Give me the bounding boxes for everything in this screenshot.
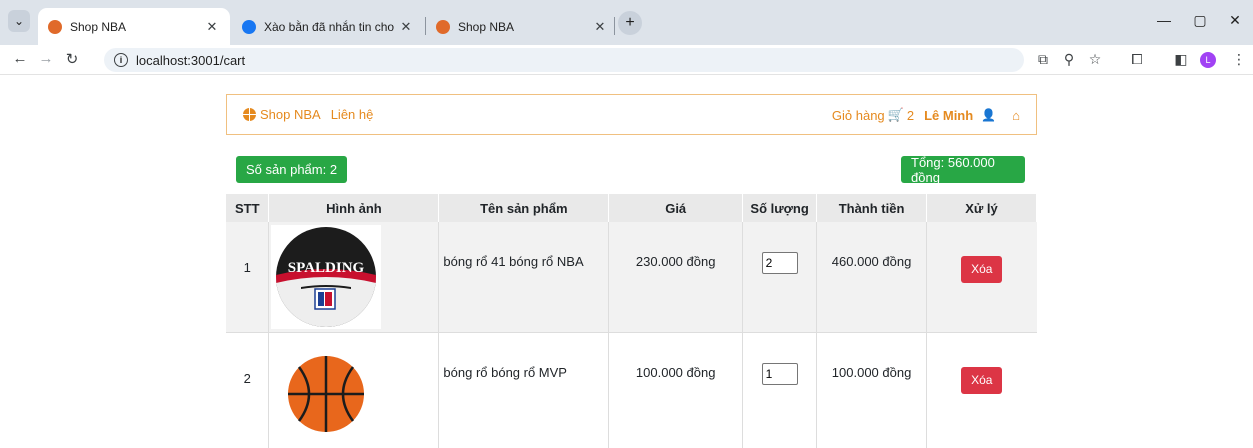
row-stt: 2 <box>226 332 270 448</box>
address-bar[interactable]: i localhost:3001/cart <box>104 48 1024 72</box>
header-name: Tên sản phẩm <box>438 194 610 222</box>
header-price: Giá <box>608 194 744 222</box>
home-icon[interactable]: ⌂ <box>1012 108 1020 123</box>
translate-icon[interactable]: ⧉ <box>1034 51 1052 68</box>
delete-button[interactable]: Xóa <box>961 256 1003 283</box>
tab-search-chevron-icon[interactable]: ⌄ <box>8 10 30 32</box>
header-total: Thành tiền <box>816 194 928 222</box>
basketball-favicon-icon <box>436 19 450 34</box>
navbar-right: Giỏ hàng 🛒 2 Lê Minh 👤 ⌂ <box>832 107 1020 123</box>
row-qty-cell <box>742 332 818 448</box>
svg-text:SPALDING: SPALDING <box>288 260 365 276</box>
side-panel-icon[interactable]: ◧ <box>1172 51 1190 68</box>
minimize-icon[interactable]: — <box>1154 12 1174 28</box>
table-header-row: STT Hình ảnh Tên sản phẩm Giá Số lượng T… <box>226 194 1037 222</box>
table-row: 2 bóng rổ bóng rổ MVP 100.000 đồng 100.0 <box>226 332 1037 448</box>
user-name-link[interactable]: Lê Minh <box>924 108 973 123</box>
facebook-favicon-icon <box>242 19 256 34</box>
row-total: 100.000 đồng <box>816 332 928 448</box>
row-action-cell: Xóa <box>926 222 1037 333</box>
user-icon[interactable]: 👤 <box>981 108 996 122</box>
restore-icon[interactable]: ▢ <box>1190 12 1210 29</box>
delete-button[interactable]: Xóa <box>961 367 1003 394</box>
address-url: localhost:3001/cart <box>136 52 246 68</box>
extensions-icon[interactable]: ⧠ <box>1128 51 1146 68</box>
tab-close-icon[interactable]: ✕ <box>398 19 414 35</box>
quantity-input[interactable] <box>761 363 798 385</box>
menu-kebab-icon[interactable]: ⋮ <box>1230 51 1248 68</box>
row-stt: 1 <box>226 222 270 333</box>
tab-close-icon[interactable]: ✕ <box>592 19 608 35</box>
row-product-name: bóng rổ 41 bóng rổ NBA <box>438 222 610 333</box>
product-image-spalding: SPALDING <box>271 225 382 329</box>
header-stt: STT <box>226 194 270 222</box>
forward-arrow-icon[interactable]: → <box>36 50 56 67</box>
tab-shop-nba-2[interactable]: Shop NBA ✕ <box>426 8 618 45</box>
navbar-left: Shop NBA Liên hệ <box>243 107 373 122</box>
tab-separator <box>614 17 615 35</box>
product-count-button[interactable]: Số sản phẩm: 2 <box>236 156 348 183</box>
orange-basketball-icon <box>288 356 365 432</box>
zoom-icon[interactable]: ⚲ <box>1060 51 1078 68</box>
quantity-input[interactable] <box>761 252 798 274</box>
tab-shop-nba-active[interactable]: Shop NBA ✕ <box>38 8 230 45</box>
row-product-name: bóng rổ bóng rổ MVP <box>438 332 610 448</box>
cart-link[interactable]: Giỏ hàng <box>832 108 885 123</box>
row-action-cell: Xóa <box>926 332 1037 448</box>
shopping-cart-icon[interactable]: 🛒 <box>888 107 904 123</box>
site-info-icon[interactable]: i <box>114 53 128 67</box>
row-image-cell <box>268 332 440 448</box>
reload-icon[interactable]: ↻ <box>62 50 82 68</box>
profile-avatar-icon[interactable]: L <box>1200 52 1216 68</box>
header-action: Xử lý <box>926 194 1037 222</box>
new-tab-plus-icon[interactable]: + <box>618 11 642 35</box>
browser-tab-bar: ⌄ Shop NBA ✕ Xào bằn đã nhắn tin cho bạn… <box>0 0 1253 45</box>
header-image: Hình ảnh <box>268 194 440 222</box>
row-image-cell: SPALDING <box>268 222 440 333</box>
close-window-icon[interactable]: ✕ <box>1225 12 1245 29</box>
tab-facebook[interactable]: Xào bằn đã nhắn tin cho bạn ✕ <box>232 8 424 45</box>
row-total: 460.000 đồng <box>816 222 928 333</box>
basketball-logo-icon <box>243 108 256 121</box>
site-navbar: Shop NBA Liên hệ Giỏ hàng 🛒 2 Lê Minh 👤 … <box>226 94 1037 135</box>
spalding-ball-icon: SPALDING <box>276 227 377 327</box>
product-image-mvp <box>271 336 382 440</box>
browser-toolbar: ← → ↻ i localhost:3001/cart ⧉ ⚲ ☆ ⧠ ◧ L … <box>0 45 1253 75</box>
brand-link[interactable]: Shop NBA <box>260 107 321 122</box>
cart-count: 2 <box>906 107 915 123</box>
bookmark-star-icon[interactable]: ☆ <box>1086 51 1104 68</box>
tab-close-icon[interactable]: ✕ <box>204 19 220 35</box>
row-price: 100.000 đồng <box>608 332 744 448</box>
basketball-favicon-icon <box>48 19 62 34</box>
contact-link[interactable]: Liên hệ <box>331 107 374 122</box>
row-qty-cell <box>742 222 818 333</box>
header-qty: Số lượng <box>742 194 818 222</box>
row-price: 230.000 đồng <box>608 222 744 333</box>
cart-table: STT Hình ảnh Tên sản phẩm Giá Số lượng T… <box>226 194 1037 448</box>
back-arrow-icon[interactable]: ← <box>10 50 30 67</box>
total-button[interactable]: Tổng: 560.000 đồng <box>901 155 1025 185</box>
table-row: 1 SPALDING bóng rổ 41 bóng rổ NBA 230.00… <box>226 222 1037 333</box>
